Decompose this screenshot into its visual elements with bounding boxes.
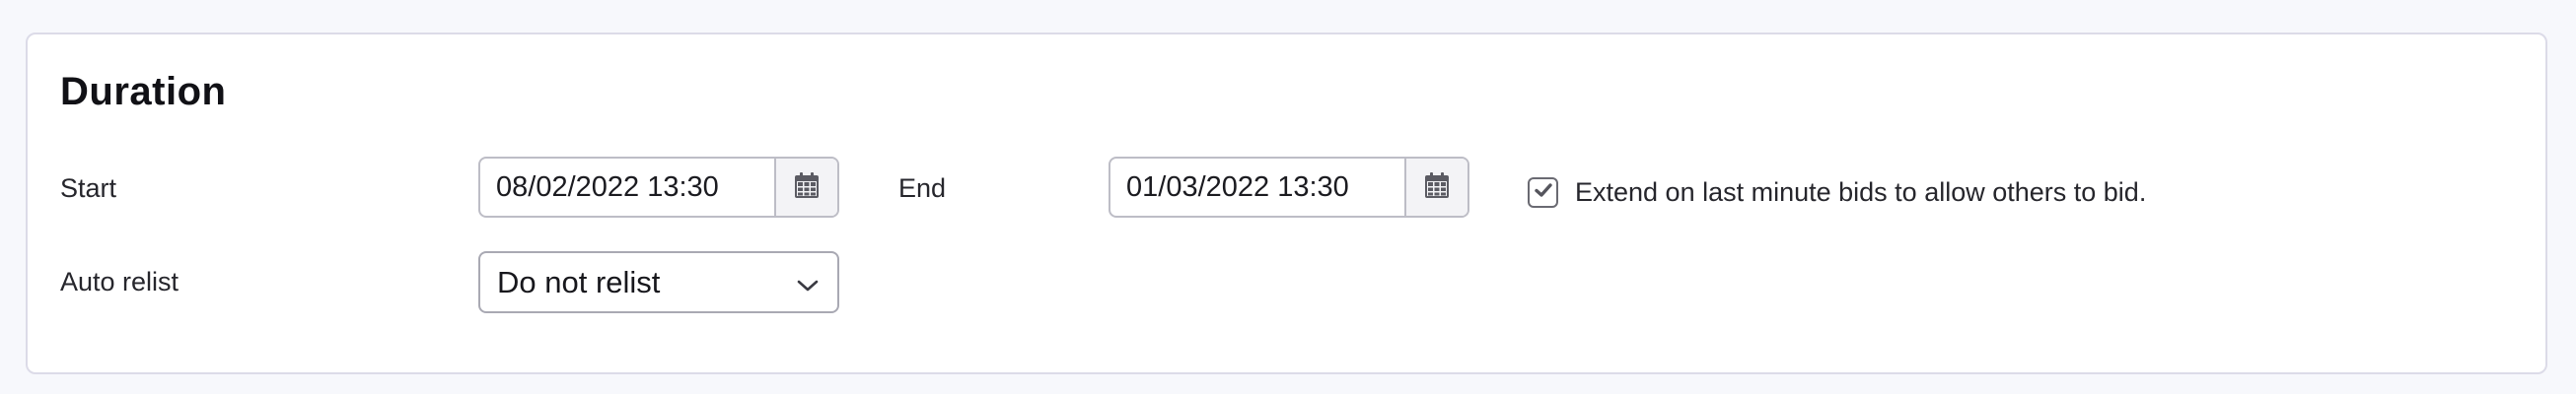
start-calendar-button[interactable] — [774, 159, 837, 216]
check-icon — [1534, 180, 1553, 205]
calendar-icon — [1424, 171, 1450, 204]
start-date-input[interactable]: 08/02/2022 13:30 — [480, 159, 774, 216]
auto-relist-select[interactable]: Do not relist — [478, 251, 839, 313]
end-calendar-button[interactable] — [1404, 159, 1467, 216]
start-label: Start — [60, 173, 117, 203]
end-date-field: 01/03/2022 13:30 — [1109, 157, 1469, 218]
extend-label[interactable]: Extend on last minute bids to allow othe… — [1575, 179, 2146, 206]
chevron-down-icon — [796, 270, 820, 305]
auto-relist-value: Do not relist — [497, 264, 661, 299]
auto-relist-label: Auto relist — [60, 267, 179, 296]
calendar-icon — [794, 171, 820, 204]
start-date-field: 08/02/2022 13:30 — [478, 157, 839, 218]
extend-checkbox[interactable] — [1528, 177, 1558, 208]
duration-panel: Duration Start 08/02/2022 13:30 End 01/0… — [26, 33, 2547, 374]
section-title: Duration — [60, 70, 227, 113]
end-label: End — [898, 173, 947, 203]
end-date-input[interactable]: 01/03/2022 13:30 — [1110, 159, 1404, 216]
